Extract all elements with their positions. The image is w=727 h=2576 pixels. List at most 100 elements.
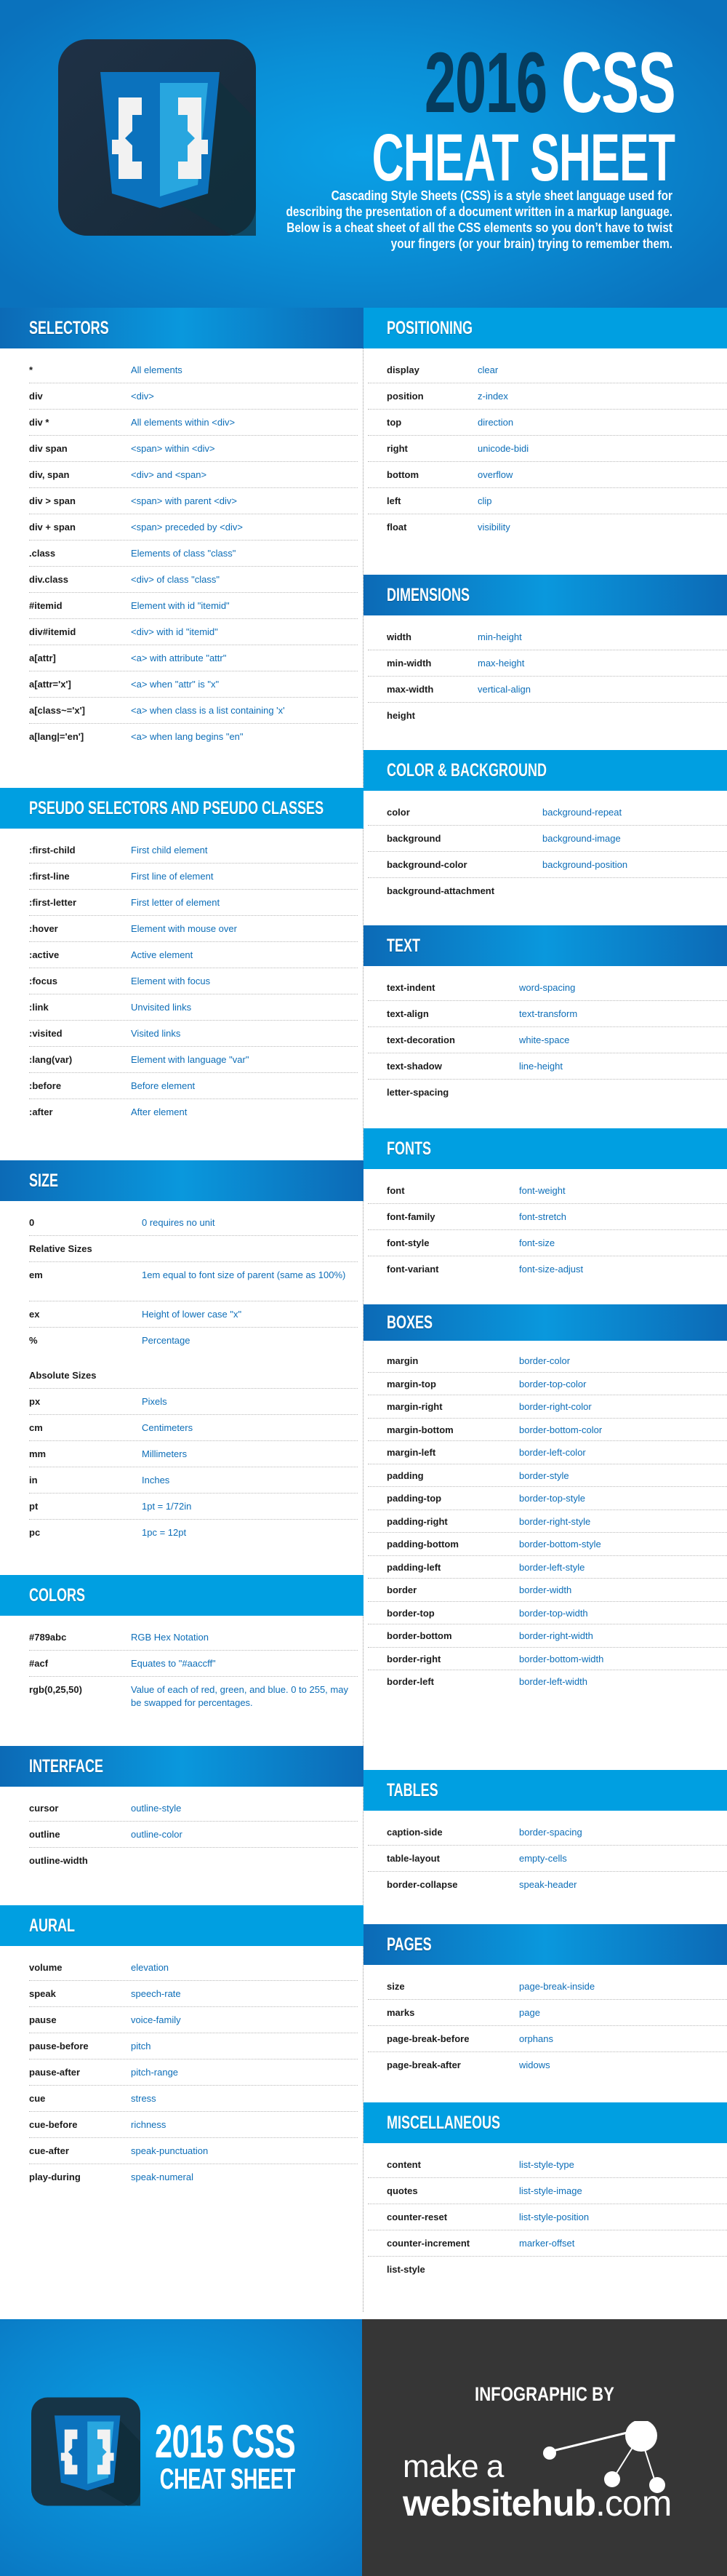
property-description: font-weight xyxy=(519,1185,566,1196)
list-item: cue-after speak-punctuation xyxy=(29,2138,358,2164)
list-item: cue stress xyxy=(29,2086,358,2112)
list-item: bottom overflow xyxy=(368,462,727,488)
property-name: div, span xyxy=(29,469,70,480)
property-description: <a> with attribute "attr" xyxy=(131,653,227,663)
list-item: #itemid Element with id "itemid" xyxy=(29,593,358,619)
list-item: font-style font-size xyxy=(368,1230,727,1256)
brand-line2: websitehub.com xyxy=(403,2482,672,2524)
list-item: 0 0 requires no unit xyxy=(29,1210,358,1236)
subheading-label: Relative Sizes xyxy=(29,1243,92,1254)
property-description: <div> of class "class" xyxy=(131,574,220,585)
property-name: text-shadow xyxy=(387,1061,442,1072)
list-item: counter-increment marker-offset xyxy=(368,2230,727,2257)
footer: 2015 CSS CHEAT SHEET INFOGRAPHIC BY make… xyxy=(0,2319,727,2576)
property-description: pitch xyxy=(131,2041,151,2051)
property-name: ex xyxy=(29,1309,40,1320)
property-name: border xyxy=(387,1584,417,1595)
property-description: line-height xyxy=(519,1061,563,1072)
list-item: :hover Element with mouse over xyxy=(29,916,358,942)
title-year: 2016 xyxy=(424,35,547,131)
property-description: All elements xyxy=(131,364,182,375)
property-description: Active element xyxy=(131,949,193,960)
section-text: TEXT text-indent word-spacing text-align te… xyxy=(364,925,727,1106)
property-name: :lang(var) xyxy=(29,1054,73,1065)
list-item: div * All elements within <div> xyxy=(29,410,358,436)
property-description: border-width xyxy=(519,1584,572,1595)
property-description: After element xyxy=(131,1106,188,1117)
section-title: COLOR & BACKGROUND xyxy=(387,759,547,781)
property-name: border-top xyxy=(387,1607,435,1619)
section-colors: COLORS #789abc RGB Hex Notation #acf Equate… xyxy=(0,1575,364,1716)
property-name: caption-side xyxy=(387,1827,443,1838)
section-title: MISCELLANEOUS xyxy=(387,2112,501,2133)
list-item: text-shadow line-height xyxy=(368,1053,727,1080)
property-name: font-variant xyxy=(387,1264,439,1275)
property-description: border-left-color xyxy=(519,1447,586,1458)
list-item: table-layout empty-cells xyxy=(368,1846,727,1872)
property-name: a[class~='x'] xyxy=(29,705,86,716)
list-item: color background-repeat xyxy=(368,799,727,826)
fonts-list: font font-weight font-family font-stretch fo… xyxy=(364,1169,727,1283)
property-description: <span> within <div> xyxy=(131,443,215,454)
property-description: page xyxy=(519,2007,540,2018)
list-item: div.class <div> of class "class" xyxy=(29,567,358,593)
property-name: top xyxy=(387,417,402,428)
property-name: outline xyxy=(29,1829,60,1840)
list-item: font-variant font-size-adjust xyxy=(368,1256,727,1283)
property-name: cue xyxy=(29,2093,46,2104)
brand-line1: make a xyxy=(403,2449,504,2484)
brand-name: websitehub xyxy=(403,2483,596,2524)
property-description: Percentage xyxy=(142,1335,190,1346)
property-name: :hover xyxy=(29,923,58,934)
property-description: orphans xyxy=(519,2033,553,2044)
list-item: margin-top border-top-color xyxy=(368,1373,727,1395)
property-description: All elements within <div> xyxy=(131,417,236,428)
property-description: border-left-width xyxy=(519,1676,587,1687)
list-item: margin-left border-left-color xyxy=(368,1441,727,1464)
property-name: cue-after xyxy=(29,2145,69,2156)
property-description: First child element xyxy=(131,845,208,856)
property-description: background-repeat xyxy=(542,807,622,818)
property-description: Unvisited links xyxy=(131,1002,192,1013)
list-item: height xyxy=(368,703,727,729)
brand-logo[interactable]: make a websitehub.com xyxy=(403,2421,708,2524)
property-name: list-style xyxy=(387,2264,425,2275)
list-item: div > span <span> with parent <div> xyxy=(29,488,358,514)
property-description: z-index xyxy=(478,391,508,402)
property-description: outline-style xyxy=(131,1803,182,1814)
list-item: :first-child First child element xyxy=(29,837,358,864)
property-description: Millimeters xyxy=(142,1448,188,1459)
property-name: speak xyxy=(29,1988,56,1999)
list-item: background-attachment xyxy=(368,878,727,904)
property-description: max-height xyxy=(478,658,525,669)
section-miscellaneous: MISCELLANEOUS content list-style-type quot… xyxy=(364,2102,727,2283)
property-description: Elements of class "class" xyxy=(131,548,236,559)
list-item: text-indent word-spacing xyxy=(368,975,727,1001)
footer-promo: 2015 CSS CHEAT SHEET xyxy=(0,2319,362,2576)
property-description: border-left-style xyxy=(519,1561,585,1573)
section-title: DIMENSIONS xyxy=(387,584,470,605)
list-item: list-style xyxy=(368,2257,727,2283)
property-name: height xyxy=(387,710,415,721)
list-item: pc 1pc = 12pt xyxy=(29,1520,358,1546)
property-description: 1em equal to font size of parent (same a… xyxy=(142,1269,346,1280)
property-name: pc xyxy=(29,1527,41,1538)
section-title: AURAL xyxy=(29,1915,75,1936)
property-name: background-attachment xyxy=(387,885,495,896)
property-description: speak-punctuation xyxy=(131,2145,209,2156)
title-css: CSS xyxy=(561,35,676,131)
property-description: Visited links xyxy=(131,1028,181,1039)
list-item: a[class~='x'] <a> when class is a list co… xyxy=(29,698,358,724)
property-name: pt xyxy=(29,1501,39,1512)
list-item: div <div> xyxy=(29,383,358,410)
property-name: text-indent xyxy=(387,982,435,993)
property-description: white-space xyxy=(519,1034,570,1045)
property-name: page-break-before xyxy=(387,2033,470,2044)
section-header: AURAL xyxy=(0,1905,364,1946)
page-title: 2016 CSS CHEAT SHEET xyxy=(371,40,675,191)
section-aural: AURAL volume elevation speak speech-rate pau… xyxy=(0,1905,364,2190)
section-header: COLOR & BACKGROUND xyxy=(364,750,727,791)
section-title: POSITIONING xyxy=(387,317,473,338)
list-item: font font-weight xyxy=(368,1178,727,1204)
list-item: quotes list-style-image xyxy=(368,2178,727,2204)
